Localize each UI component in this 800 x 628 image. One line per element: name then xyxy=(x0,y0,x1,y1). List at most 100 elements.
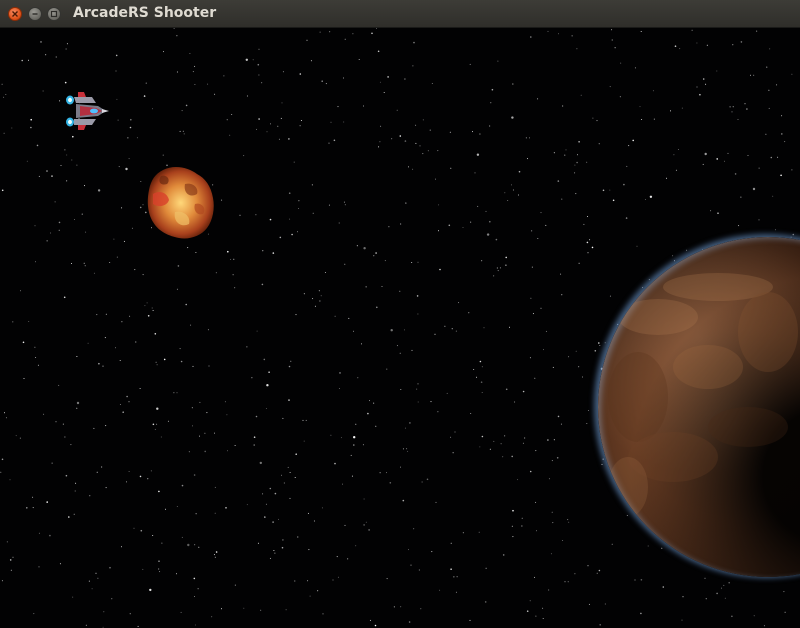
star xyxy=(278,138,280,140)
title-bar[interactable]: ArcadeRS Shooter xyxy=(0,0,800,28)
star xyxy=(472,131,473,133)
star xyxy=(662,586,665,588)
star xyxy=(342,483,343,485)
star xyxy=(361,343,362,345)
close-window-button[interactable] xyxy=(8,7,22,21)
star xyxy=(454,431,456,433)
star xyxy=(534,576,535,578)
star xyxy=(76,164,78,166)
star xyxy=(66,180,68,182)
star xyxy=(679,48,681,50)
star xyxy=(344,38,346,40)
star xyxy=(130,118,132,121)
star xyxy=(3,96,5,98)
star xyxy=(344,204,346,206)
star xyxy=(59,563,61,565)
star xyxy=(264,516,266,518)
star xyxy=(577,154,578,156)
star xyxy=(128,471,130,472)
star xyxy=(732,44,734,46)
game-canvas[interactable] xyxy=(0,28,800,628)
star xyxy=(611,29,613,31)
star xyxy=(234,584,236,586)
star xyxy=(666,177,667,179)
star xyxy=(578,141,580,143)
star xyxy=(400,466,401,468)
star xyxy=(529,600,531,602)
star xyxy=(674,45,677,47)
star xyxy=(448,224,451,227)
star xyxy=(409,422,411,424)
star xyxy=(121,207,123,209)
star xyxy=(45,54,47,56)
star xyxy=(299,125,301,127)
star xyxy=(266,384,269,387)
star xyxy=(478,531,480,533)
star xyxy=(163,358,166,361)
star xyxy=(211,616,213,618)
star xyxy=(408,166,409,168)
star xyxy=(224,401,226,403)
star xyxy=(724,160,725,162)
star xyxy=(404,427,406,429)
star xyxy=(43,413,45,415)
star xyxy=(193,474,196,476)
star xyxy=(705,598,707,600)
star xyxy=(435,501,437,503)
maximize-icon xyxy=(50,10,58,18)
star xyxy=(282,71,284,73)
star xyxy=(363,498,365,500)
star xyxy=(704,152,707,156)
star xyxy=(462,227,464,228)
star xyxy=(558,33,559,35)
star xyxy=(116,98,118,100)
star xyxy=(640,31,642,32)
star xyxy=(518,194,519,196)
star xyxy=(529,357,531,359)
star xyxy=(416,295,419,297)
star xyxy=(42,90,44,92)
star xyxy=(661,547,663,549)
star xyxy=(602,458,604,461)
star xyxy=(640,579,643,581)
maximize-window-button[interactable] xyxy=(47,7,61,21)
star xyxy=(84,185,85,187)
star xyxy=(118,166,120,168)
star xyxy=(362,444,364,446)
minimize-window-button[interactable] xyxy=(28,7,42,21)
star xyxy=(115,54,118,57)
star xyxy=(417,313,419,315)
star xyxy=(542,618,544,619)
star xyxy=(176,71,178,73)
star xyxy=(85,624,87,626)
asteroid xyxy=(147,167,214,239)
star xyxy=(780,174,782,177)
star xyxy=(578,366,580,368)
star xyxy=(66,43,68,45)
star xyxy=(98,362,100,365)
star xyxy=(550,553,552,555)
star xyxy=(777,156,779,158)
star xyxy=(343,121,345,123)
star xyxy=(496,267,498,269)
star xyxy=(587,216,588,217)
star xyxy=(3,132,5,134)
star xyxy=(289,218,291,220)
star xyxy=(576,48,578,50)
star xyxy=(426,478,429,481)
star xyxy=(455,330,457,332)
star xyxy=(287,466,289,468)
star xyxy=(357,377,359,379)
star xyxy=(411,349,413,351)
star xyxy=(328,142,330,144)
star xyxy=(522,442,524,444)
star xyxy=(139,475,142,478)
star xyxy=(300,120,302,121)
star xyxy=(489,220,491,223)
star xyxy=(429,129,431,131)
star xyxy=(367,412,369,415)
star xyxy=(194,65,196,67)
star xyxy=(388,226,390,228)
star xyxy=(281,102,283,104)
star xyxy=(716,70,718,72)
